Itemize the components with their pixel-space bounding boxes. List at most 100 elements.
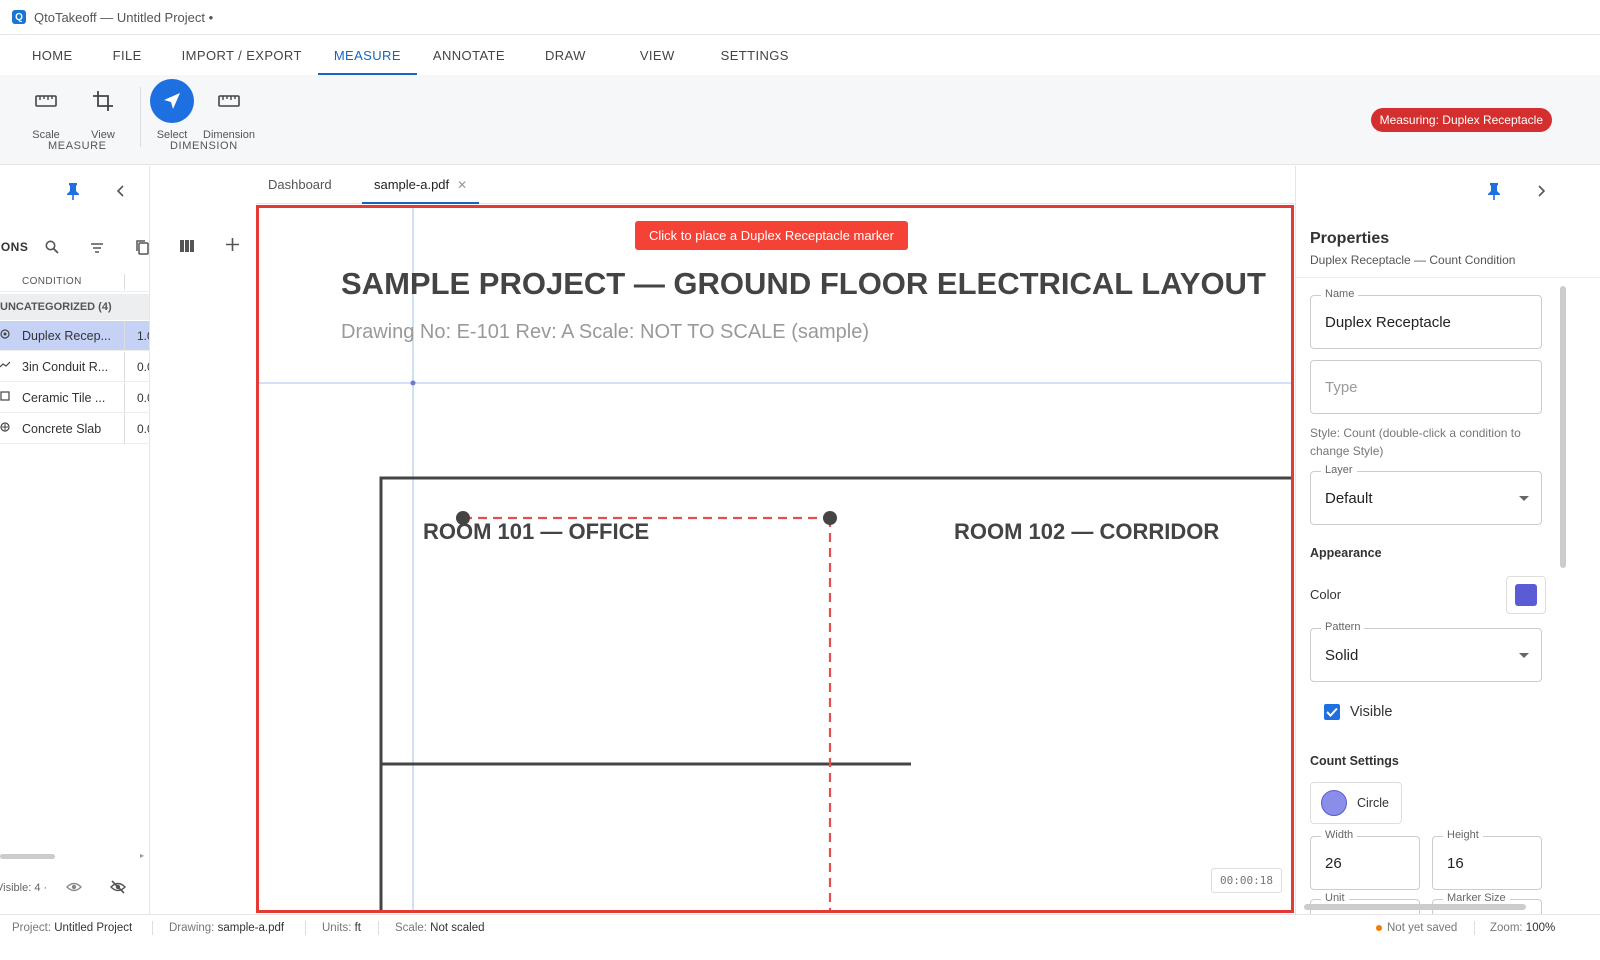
ribbon-toolbar: Scale View MEASURE Select Dimension DIME… [0,75,1600,165]
conditions-panel-header [0,180,149,210]
columns-icon[interactable] [180,239,194,257]
unsaved-dot-icon [1376,924,1382,931]
marker-shape-button[interactable]: Circle [1310,782,1402,824]
tab-file[interactable]: FILE [89,35,166,75]
area-icon [0,391,12,404]
condition-row-ceramic-tile[interactable]: Ceramic Tile ... 0.0 [0,382,149,413]
conditions-panel: IONS CONDITION UNCATEGORIZED (4) Duplex … [0,166,150,914]
tab-draw[interactable]: DRAW [521,35,610,75]
search-icon[interactable] [45,240,59,259]
tab-settings[interactable]: SETTINGS [705,35,805,75]
placement-hint: Click to place a Duplex Receptacle marke… [635,221,908,250]
close-tab-icon[interactable]: ✕ [457,178,467,192]
status-project-label: Project: [12,922,51,934]
properties-subtitle: Duplex Receptacle — Count Condition [1310,253,1516,267]
status-separator [305,921,306,935]
width-field-value: 26 [1325,854,1342,872]
dimension-ruler-icon [209,81,249,121]
add-icon[interactable] [226,238,239,256]
dimension-tool[interactable]: Dimension [201,81,257,141]
visible-label: Visible [1350,704,1393,720]
status-drawing-label: Drawing: [169,922,215,934]
type-field-placeholder: Type [1325,378,1358,396]
condition-row-conduit[interactable]: 3in Conduit R... 0.0 [0,351,149,382]
view-tool[interactable]: View [75,81,131,141]
condition-name: Ceramic Tile ... [22,390,106,405]
title-bar: Q QtoTakeoff — Untitled Project • [0,0,1600,35]
status-separator [1474,921,1475,935]
horizontal-scrollbar[interactable] [0,854,55,859]
properties-title: Properties [1310,230,1390,247]
drawing-canvas[interactable]: Click to place a Duplex Receptacle marke… [256,205,1294,913]
filter-icon[interactable] [90,241,104,259]
status-units-label: Units: [322,922,352,934]
type-field[interactable]: Type [1310,360,1542,414]
category-row[interactable]: UNCATEGORIZED (4) [0,294,149,320]
status-bar: Project: Untitled Project Drawing: sampl… [0,914,1600,960]
tab-home[interactable]: HOME [16,35,89,75]
tab-sample-pdf[interactable]: sample-a.pdf ✕ [362,166,480,204]
drawing-title: SAMPLE PROJECT — GROUND FLOOR ELECTRICAL… [341,266,1266,301]
layer-select[interactable]: Layer Default [1310,464,1542,525]
save-status-text: Not yet saved [1387,922,1458,934]
condition-quantity: 1.0 [124,320,149,351]
copy-icon[interactable] [135,239,149,260]
pin-icon[interactable] [1487,182,1501,205]
status-units-value: ft [354,922,361,934]
width-field[interactable]: Width 26 [1310,829,1420,890]
horizontal-scrollbar[interactable] [1304,904,1526,910]
status-zoom: Zoom: 100% [1490,922,1555,934]
expand-chevron-icon[interactable] [1537,184,1547,203]
condition-row-concrete-slab[interactable]: Concrete Slab 0.0 [0,413,149,444]
height-field[interactable]: Height 16 [1432,829,1542,890]
pattern-select-value: Solid [1325,646,1359,664]
eye-off-icon[interactable] [110,880,126,897]
status-scale-value: Not scaled [430,922,485,934]
condition-quantity: 0.0 [124,351,149,382]
app-logo: Q [12,10,26,24]
width-field-label: Width [1321,829,1358,841]
visible-checkbox[interactable] [1324,704,1340,720]
conditions-table-header: CONDITION [0,272,149,292]
tab-dashboard[interactable]: Dashboard [256,166,362,203]
color-picker-button[interactable] [1506,576,1546,614]
name-field[interactable]: Name Duplex Receptacle [1310,288,1542,349]
pin-icon[interactable] [66,182,80,205]
crop-icon [83,81,123,121]
menu-bar: HOME FILE IMPORT / EXPORT MEASURE ANNOTA… [0,35,1600,75]
layer-select-label: Layer [1321,464,1357,476]
session-timer: 00:00:18 [1211,868,1282,893]
properties-panel: Properties Duplex Receptacle — Count Con… [1295,166,1600,914]
pattern-select[interactable]: Pattern Solid [1310,621,1542,682]
condition-quantity: 0.0 [124,382,149,413]
status-separator [378,921,379,935]
select-tool[interactable]: Select [144,79,200,141]
eye-icon[interactable] [66,881,82,896]
height-field-label: Height [1443,829,1483,841]
status-drawing-value: sample-a.pdf [217,922,285,934]
properties-divider [1296,277,1600,278]
name-field-value: Duplex Receptacle [1325,313,1451,331]
scale-tool[interactable]: Scale [18,81,74,141]
document-tabs: Dashboard sample-a.pdf ✕ [256,166,1294,204]
navigation-arrow-icon [150,79,194,123]
status-scale-label: Scale: [395,922,427,934]
save-status: Not yet saved [1376,922,1457,934]
condition-name: 3in Conduit R... [22,359,109,374]
linear-icon [0,360,12,373]
scroll-right-icon[interactable]: ▸ [140,851,144,860]
color-label: Color [1310,587,1342,602]
tab-annotate[interactable]: ANNOTATE [417,35,521,75]
measuring-status-badge: Measuring: Duplex Receptacle [1370,108,1552,132]
collapse-chevron-icon[interactable] [115,184,125,203]
tab-view[interactable]: VIEW [610,35,705,75]
ruler-icon [26,81,66,121]
vertical-scrollbar[interactable] [1560,286,1566,568]
layer-select-value: Default [1325,489,1373,507]
status-project-value: Untitled Project [54,922,133,934]
column-separator [124,274,125,290]
tab-import-export[interactable]: IMPORT / EXPORT [166,35,318,75]
tab-measure[interactable]: MEASURE [317,35,418,75]
tab-sample-pdf-label: sample-a.pdf [374,177,450,192]
condition-row-duplex-receptacle[interactable]: Duplex Recep... 1.0 [0,320,149,351]
